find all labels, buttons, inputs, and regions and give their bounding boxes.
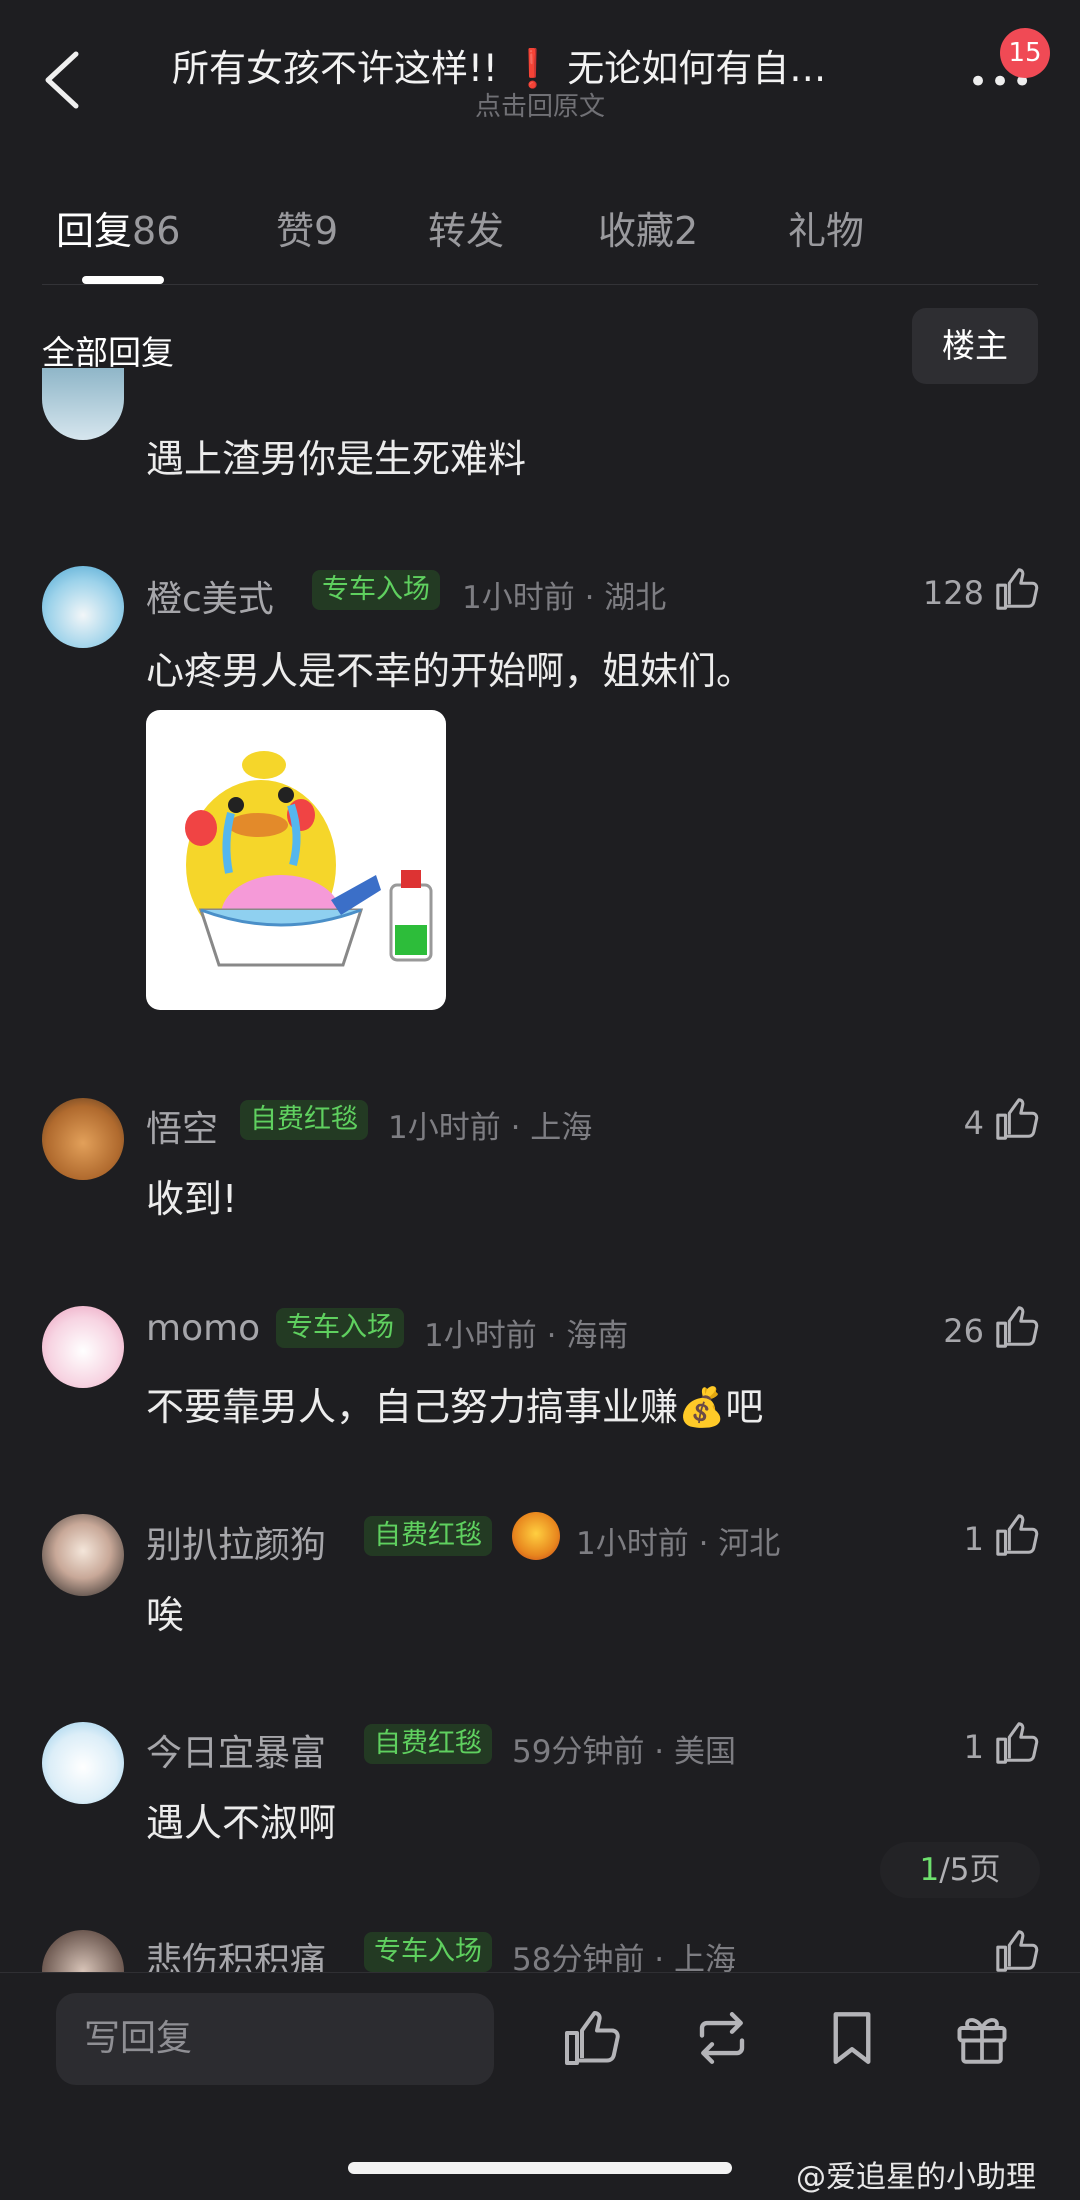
thumbs-up-icon[interactable] (994, 566, 1040, 612)
owner-only-button[interactable]: 楼主 (912, 308, 1038, 384)
comment-meta: 1小时前 · 河北 (576, 1526, 781, 1562)
user-tag: 专车入场 (312, 570, 440, 610)
thumbs-up-icon[interactable] (994, 1928, 1040, 1974)
thumbs-up-icon[interactable] (994, 1096, 1040, 1142)
thumbs-up-icon[interactable] (994, 1720, 1040, 1766)
tab-reposts[interactable]: 转发 (428, 200, 504, 255)
money-bag-emoji: 💰 (678, 1385, 726, 1429)
comment-meta: 59分钟前 · 美国 (512, 1734, 737, 1770)
avatar[interactable] (42, 1098, 124, 1180)
like-post-icon[interactable] (562, 2008, 622, 2068)
crying-duck-sticker (185, 751, 433, 967)
like-count: 26 (943, 1312, 984, 1350)
section-title: 全部回复 (42, 333, 174, 372)
comment-meta: 1小时前 · 湖北 (462, 580, 667, 616)
comment-text: 唉 (146, 1593, 185, 1637)
post-title[interactable]: 所有女孩不许这样!! ❗ 无论如何有自… (172, 38, 912, 92)
reply-input[interactable]: 写回复 (56, 1993, 494, 2085)
medal-badge-icon (512, 1512, 560, 1560)
home-indicator[interactable] (348, 2162, 732, 2174)
tab-likes[interactable]: 赞9 (276, 200, 338, 255)
title-text-rest: 无论如何有自… (567, 47, 827, 90)
sticker-image[interactable] (146, 710, 446, 1010)
like-count: 4 (963, 1104, 984, 1142)
divider (42, 284, 1038, 285)
exclamation-emoji: ❗ (509, 47, 556, 90)
notification-badge: 15 (1000, 28, 1050, 78)
active-tab-indicator (82, 276, 164, 284)
tab-replies[interactable]: 回复86 (56, 200, 180, 255)
thumbs-up-icon[interactable] (994, 1512, 1040, 1558)
avatar[interactable] (42, 1514, 124, 1596)
tab-favorites[interactable]: 收藏2 (598, 200, 698, 255)
user-tag: 专车入场 (364, 1932, 492, 1972)
comment-text: 心疼男人是不幸的开始啊，姐妹们。 (146, 649, 755, 693)
user-tag: 自费红毯 (240, 1100, 368, 1140)
avatar[interactable] (42, 1722, 124, 1804)
bookmark-icon[interactable] (822, 2008, 882, 2068)
title-text: 所有女孩不许这样!! (172, 47, 498, 90)
comment-meta: 1小时前 · 海南 (424, 1318, 629, 1354)
comment-text: 不要靠男人，自己努力搞事业赚💰吧 (146, 1385, 764, 1429)
like-count: 1 (963, 1520, 984, 1558)
user-tag: 专车入场 (276, 1308, 404, 1348)
comment-text: 遇人不淑啊 (146, 1801, 337, 1845)
username[interactable]: 悟空 (146, 1100, 218, 1152)
page-indicator[interactable]: 1/5页 (880, 1842, 1040, 1898)
avatar[interactable] (42, 1306, 124, 1388)
username[interactable]: 别扒拉颜狗 (146, 1516, 326, 1568)
user-tag: 自费红毯 (364, 1516, 492, 1556)
username[interactable]: 今日宜暴富 (146, 1724, 326, 1776)
watermark: @爱追星的小助理 (796, 2160, 1036, 2195)
gift-icon[interactable] (952, 2008, 1012, 2068)
avatar[interactable] (42, 368, 124, 440)
username[interactable]: momo (146, 1308, 260, 1349)
like-count: 128 (922, 574, 984, 612)
username[interactable]: 橙c美式 (146, 570, 274, 622)
avatar[interactable] (42, 566, 124, 648)
comment-meta: 1小时前 · 上海 (388, 1110, 593, 1146)
comment-text: 收到! (146, 1177, 238, 1221)
like-count: 1 (963, 1728, 984, 1766)
repost-icon[interactable] (692, 2008, 752, 2068)
back-to-original-link[interactable]: 点击回原文 (0, 86, 1080, 123)
thumbs-up-icon[interactable] (994, 1304, 1040, 1350)
comment-text: 遇上渣男你是生死难料 (146, 437, 527, 481)
user-tag: 自费红毯 (364, 1724, 492, 1764)
tab-gifts[interactable]: 礼物 (788, 200, 864, 255)
